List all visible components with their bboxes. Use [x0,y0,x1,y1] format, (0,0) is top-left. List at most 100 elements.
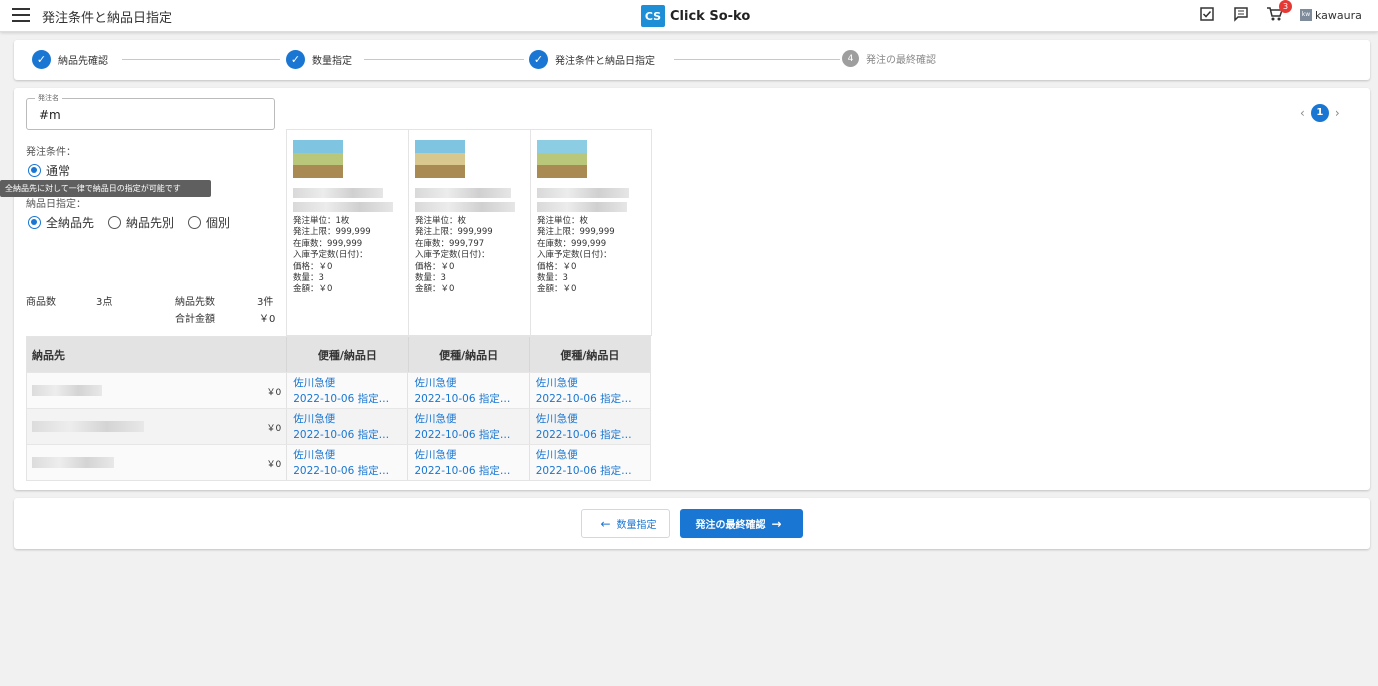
order-name-field[interactable]: 発注名 [26,93,275,130]
column-header: 便種/納品日 [407,337,529,372]
shipping-date-cell[interactable]: 佐川急便 2022-10-06 指定… [286,445,407,480]
destination-amount: ￥0 [266,388,282,398]
destination-name-redacted [32,457,114,468]
user-menu[interactable]: kw kawaura [1300,9,1362,22]
product-card: 発注単位：枚 発注上限：999,999 在庫数：999,999 入庫予定数(日付)：… [530,129,652,336]
radio-label: 納品先別 [126,216,175,230]
destination-amount: ￥0 [266,460,282,470]
product-image [293,140,343,178]
destination-name-redacted [32,385,102,396]
chevron-left-icon[interactable]: ‹ [1300,106,1305,120]
step-label: 納品先確認 [58,56,108,67]
step-label: 発注の最終確認 [866,55,936,66]
step-number: 4 [842,50,859,67]
radio-checked-icon[interactable] [28,164,41,177]
back-button-label: 数量指定 [616,520,657,531]
product-code-redacted [415,202,515,212]
checkbox-icon[interactable] [1198,6,1216,24]
destination-cell: ￥0 [27,373,286,408]
back-button[interactable]: ← 数量指定 [581,509,670,538]
delivery-all[interactable]: 全納品先 [28,214,94,231]
product-code-redacted [537,202,627,212]
destination-name-redacted [32,421,144,432]
product-name-redacted [537,188,629,198]
arrow-left-icon: ← [600,516,611,531]
order-condition-normal[interactable]: 通常 [28,162,70,179]
product-count-label: 商品数 [26,297,56,308]
table-body: ￥0 佐川急便 2022-10-06 指定… 佐川急便 2022-10-06 指定…… [27,372,650,480]
product-code-redacted [293,202,393,212]
column-header: 納品先 [32,348,65,362]
step-2: ✓ 数量指定 [286,50,352,69]
product-card: 発注単位：1枚 発注上限：999,999 在庫数：999,999 入庫予定数(日付)… [286,129,408,336]
cart-icon[interactable]: 3 [1266,0,1292,24]
destination-count-label: 納品先数 [175,297,215,308]
total-label: 合計金額 [175,314,215,325]
menu-icon[interactable] [12,8,30,24]
brand-name: Click So-ko [670,8,751,24]
table-row: ￥0 佐川急便 2022-10-06 指定… 佐川急便 2022-10-06 指定…… [27,408,650,444]
shipping-date-cell[interactable]: 佐川急便 2022-10-06 指定… [528,445,650,480]
brand-logo: CS [641,5,665,27]
delivery-by-destination[interactable]: 納品先別 [108,214,174,231]
page-button[interactable]: 1 [1310,104,1329,122]
table-header: 納品先 便種/納品日 便種/納品日 便種/納品日 [27,337,650,372]
check-icon: ✓ [32,50,51,69]
page-title: 発注条件と納品日指定 [42,11,173,26]
radio-icon[interactable] [108,216,122,229]
total-value: ￥0 [259,314,276,325]
product-info: 発注単位：枚 発注上限：999,999 在庫数：999,999 入庫予定数(日付)：… [537,216,615,295]
step-3: ✓ 発注条件と納品日指定 [529,50,655,69]
shipping-date-cell[interactable]: 佐川急便 2022-10-06 指定… [407,409,528,444]
message-icon[interactable] [1232,6,1250,24]
product-name-redacted [415,188,511,198]
delivery-date-label: 納品日指定： [26,199,86,210]
brand[interactable]: CS Click So-ko [641,5,750,27]
destination-cell: ￥0 [27,445,286,480]
shipping-date-cell[interactable]: 佐川急便 2022-10-06 指定… [407,445,528,480]
step-4: 4 発注の最終確認 [842,50,936,67]
check-icon: ✓ [286,50,305,69]
product-info: 発注単位：1枚 発注上限：999,999 在庫数：999,999 入庫予定数(日付)… [293,216,371,295]
avatar: kw [1300,9,1312,21]
product-name-redacted [293,188,383,198]
chevron-right-icon[interactable]: › [1335,106,1340,120]
delivery-date-group: 全納品先 納品先別 個別 [28,214,244,231]
destination-cell: ￥0 [27,409,286,444]
radio-label: 全納品先 [46,216,95,230]
product-image [415,140,465,178]
delivery-individual[interactable]: 個別 [188,214,230,231]
order-condition-group: 通常 [28,162,84,179]
column-header: 便種/納品日 [286,337,407,372]
radio-checked-icon[interactable] [28,216,41,229]
top-icons: 3 kw kawaura [1198,0,1362,24]
order-condition-label: 発注条件： [26,147,76,158]
step-1: ✓ 納品先確認 [32,50,108,69]
next-button[interactable]: 発注の最終確認 → [680,509,803,538]
radio-icon[interactable] [188,216,202,229]
destination-count-value: 3件 [257,297,274,308]
radio-label: 通常 [46,164,71,178]
product-image [537,140,587,178]
shipping-date-cell[interactable]: 佐川急便 2022-10-06 指定… [528,409,650,444]
radio-label: 個別 [206,216,231,230]
tooltip: 全納品先に対して一律で納品日の指定が可能です [0,180,211,197]
column-header: 便種/納品日 [528,337,650,372]
product-count-value: 3点 [96,297,113,308]
user-name: kawaura [1315,8,1362,22]
shipping-date-cell[interactable]: 佐川急便 2022-10-06 指定… [407,373,528,408]
shipping-date-cell[interactable]: 佐川急便 2022-10-06 指定… [286,409,407,444]
order-name-input[interactable] [39,108,259,122]
shipping-date-cell[interactable]: 佐川急便 2022-10-06 指定… [528,373,650,408]
check-icon: ✓ [529,50,548,69]
table-row: ￥0 佐川急便 2022-10-06 指定… 佐川急便 2022-10-06 指定…… [27,372,650,408]
shipping-date-cell[interactable]: 佐川急便 2022-10-06 指定… [286,373,407,408]
pagination: ‹ 1 › [1300,104,1340,122]
step-connector [122,59,280,60]
destination-amount: ￥0 [266,424,282,434]
product-info: 発注単位：枚 発注上限：999,999 在庫数：999,797 入庫予定数(日付)：… [415,216,493,295]
app-bar: 発注条件と納品日指定 CS Click So-ko 3 kw kawaura [0,0,1378,32]
product-card: 発注単位：枚 発注上限：999,999 在庫数：999,797 入庫予定数(日付)：… [408,129,530,336]
delivery-table: 納品先 便種/納品日 便種/納品日 便種/納品日 ￥0 佐川急便 2022-10-… [26,336,651,481]
step-label: 数量指定 [312,56,352,67]
